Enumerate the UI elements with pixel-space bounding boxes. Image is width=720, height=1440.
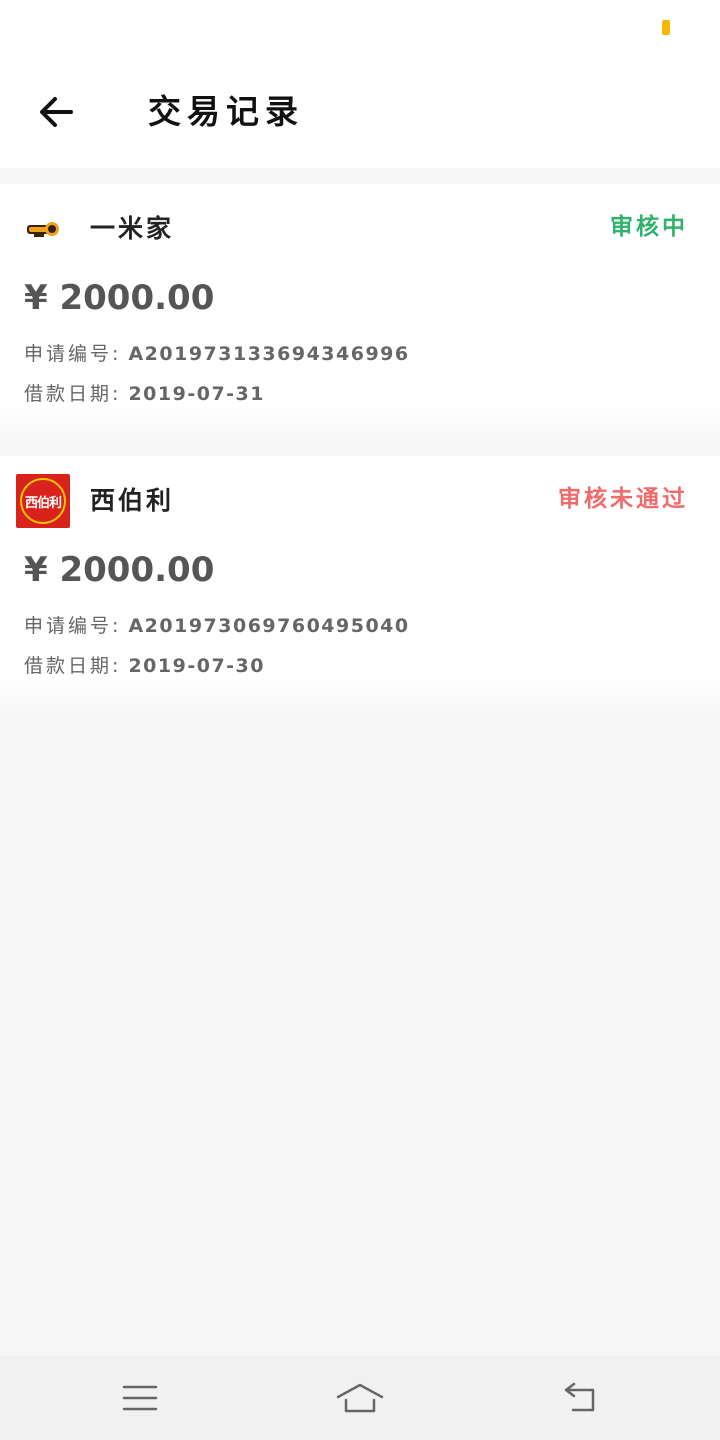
arrow-left-icon xyxy=(40,97,73,127)
merchant-name: 一米家 xyxy=(90,214,175,243)
loan-date-row: 借款日期: 2019-07-30 xyxy=(24,652,265,680)
loan-date-label: 借款日期: xyxy=(24,655,122,677)
loan-date-row: 借款日期: 2019-07-31 xyxy=(24,380,265,408)
xiboli-logo-icon: 西伯利 xyxy=(16,474,70,528)
system-nav-bar xyxy=(0,1356,720,1440)
apply-number-value: A201973069760495040 xyxy=(128,615,410,637)
apply-number-label: 申请编号: xyxy=(24,343,122,365)
status-badge: 审核中 xyxy=(610,214,688,240)
home-icon xyxy=(336,1383,384,1413)
home-button[interactable] xyxy=(324,1372,396,1424)
menu-icon xyxy=(122,1385,158,1411)
menu-button[interactable] xyxy=(104,1372,176,1424)
apply-number-row: 申请编号: A201973133694346996 xyxy=(24,340,410,368)
back-nav-button[interactable] xyxy=(544,1372,616,1424)
header: 交易记录 xyxy=(0,56,720,168)
yimijia-logo-icon xyxy=(16,202,70,256)
loan-date-value: 2019-07-30 xyxy=(128,655,265,677)
battery-icon xyxy=(662,20,670,35)
divider xyxy=(0,406,720,440)
loan-date-label: 借款日期: xyxy=(24,383,122,405)
record-card[interactable]: 一米家 审核中 ¥ 2000.00 申请编号: A201973133694346… xyxy=(0,184,720,440)
status-bar xyxy=(0,0,720,56)
loan-amount: ¥ 2000.00 xyxy=(24,550,215,590)
loan-date-value: 2019-07-31 xyxy=(128,383,265,405)
apply-number-value: A201973133694346996 xyxy=(128,343,410,365)
status-badge: 审核未通过 xyxy=(558,486,688,512)
loan-amount: ¥ 2000.00 xyxy=(24,278,215,318)
back-button[interactable] xyxy=(28,86,84,138)
divider xyxy=(0,678,720,712)
record-card[interactable]: 西伯利 西伯利 审核未通过 ¥ 2000.00 申请编号: A201973069… xyxy=(0,456,720,712)
page-title: 交易记录 xyxy=(148,92,304,131)
apply-number-row: 申请编号: A201973069760495040 xyxy=(24,612,410,640)
back-icon xyxy=(564,1382,595,1412)
apply-number-label: 申请编号: xyxy=(24,615,122,637)
merchant-name: 西伯利 xyxy=(90,486,175,515)
